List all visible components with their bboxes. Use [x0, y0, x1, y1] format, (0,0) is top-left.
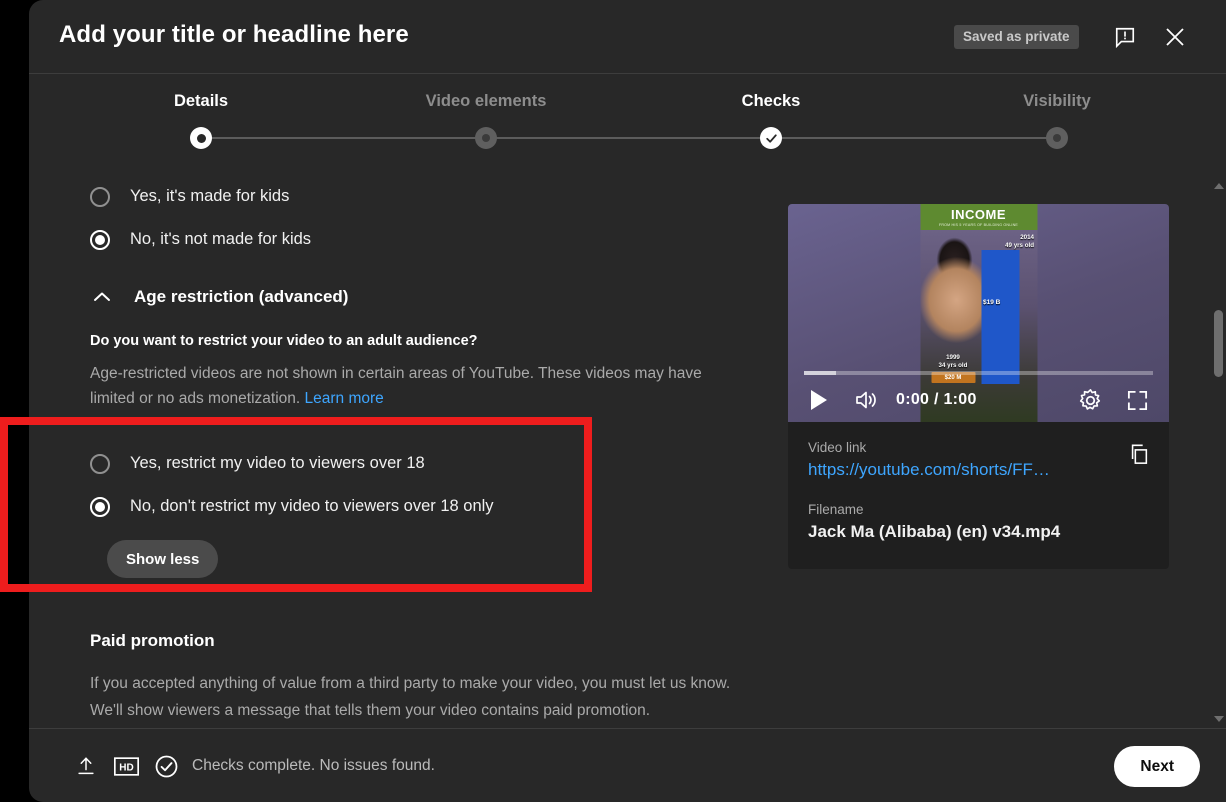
backdrop-left-top: [0, 0, 29, 185]
footer-status-text: Checks complete. No issues found.: [192, 757, 435, 774]
age-restriction-description: Age-restricted videos are not shown in c…: [90, 361, 750, 411]
settings-column: Yes, it's made for kids No, it's not mad…: [90, 175, 790, 411]
video-preview-card: INCOME FROM HIS 5 YEARS OF BUILDING ONLI…: [788, 204, 1169, 569]
progress-buffered: [804, 371, 836, 375]
video-player[interactable]: INCOME FROM HIS 5 YEARS OF BUILDING ONLI…: [788, 204, 1169, 422]
gear-icon[interactable]: [1077, 387, 1103, 413]
video-link-label: Video link: [808, 440, 867, 455]
radio-label: No, it's not made for kids: [130, 230, 312, 248]
radio-made-for-kids-no[interactable]: No, it's not made for kids: [90, 218, 790, 261]
age-restriction-options: Yes, restrict my video to viewers over 1…: [90, 442, 610, 578]
filename-block: Filename Jack Ma (Alibaba) (en) v34.mp4: [808, 502, 1149, 542]
video-progress-bar[interactable]: [804, 371, 1153, 375]
svg-text:HD: HD: [119, 762, 133, 773]
close-icon[interactable]: [1160, 22, 1190, 52]
check-circle-icon: [153, 753, 179, 779]
thumbnail-low-age: 34 yrs old: [938, 362, 968, 369]
step-label-checks[interactable]: Checks: [742, 92, 801, 111]
radio-label: No, don't restrict my video to viewers o…: [130, 497, 494, 515]
radio-icon-unselected: [90, 453, 110, 474]
page-title: Add your title or headline here: [59, 21, 409, 48]
status-badge: Saved as private: [954, 25, 1079, 49]
radio-age-restrict-yes[interactable]: Yes, restrict my video to viewers over 1…: [90, 442, 610, 485]
video-controls: 0:00 / 1:00: [788, 378, 1169, 422]
backdrop-left-strip: [0, 374, 29, 388]
thumbnail-header: INCOME FROM HIS 5 YEARS OF BUILDING ONLI…: [920, 204, 1037, 230]
volume-icon[interactable]: [854, 387, 880, 413]
paid-promotion-line-1: If you accepted anything of value from a…: [90, 675, 731, 692]
feedback-icon[interactable]: [1110, 22, 1140, 52]
backdrop-left-mid: [0, 440, 29, 600]
stepper-track: [201, 137, 1057, 139]
age-restriction-question: Do you want to restrict your video to an…: [90, 333, 478, 349]
hd-badge-icon: HD: [113, 753, 139, 779]
video-link[interactable]: https://youtube.com/shorts/FF…: [808, 460, 1093, 480]
body-scrollbar[interactable]: [1211, 175, 1226, 728]
thumbnail-age: 49 yrs old: [1005, 242, 1034, 249]
thumbnail-year: 2014: [1020, 234, 1034, 241]
thumbnail-bar-2014: [981, 250, 1019, 384]
filename-value: Jack Ma (Alibaba) (en) v34.mp4: [808, 522, 1061, 541]
thumbnail-low-label: 1999 34 yrs old: [928, 354, 978, 370]
radio-made-for-kids-yes[interactable]: Yes, it's made for kids: [90, 175, 790, 218]
video-metadata: Video link https://youtube.com/shorts/FF…: [788, 422, 1169, 542]
radio-age-restrict-no[interactable]: No, don't restrict my video to viewers o…: [90, 485, 610, 528]
step-dot-checks[interactable]: [760, 127, 782, 149]
scroll-down-arrow-icon[interactable]: [1211, 711, 1226, 726]
show-less-button[interactable]: Show less: [107, 540, 219, 578]
step-label-video-elements[interactable]: Video elements: [426, 92, 547, 111]
paid-promotion-description: If you accepted anything of value from a…: [90, 670, 730, 724]
thumbnail-header-title: INCOME: [951, 206, 1006, 222]
radio-icon-selected: [90, 496, 110, 517]
age-restriction-description-text: Age-restricted videos are not shown in c…: [90, 365, 702, 407]
paid-promotion-line-2: We'll show viewers a message that tells …: [90, 702, 651, 719]
play-icon[interactable]: [806, 387, 832, 413]
step-label-visibility[interactable]: Visibility: [1023, 92, 1091, 111]
step-dot-details[interactable]: [190, 127, 212, 149]
thumbnail-year-label: 2014 49 yrs old: [980, 234, 1034, 250]
chevron-up-icon: [94, 292, 110, 301]
filename-label: Filename: [808, 502, 864, 517]
thumbnail-money-label: $19 B: [983, 299, 1001, 306]
radio-icon-selected: [90, 229, 110, 250]
step-label-details[interactable]: Details: [174, 92, 228, 111]
radio-label: Yes, restrict my video to viewers over 1…: [130, 454, 425, 472]
thumbnail-low-year: 1999: [946, 354, 960, 361]
learn-more-link[interactable]: Learn more: [305, 390, 384, 407]
step-dot-visibility[interactable]: [1046, 127, 1068, 149]
scrollbar-thumb[interactable]: [1214, 310, 1223, 377]
upload-dialog: Add your title or headline here Saved as…: [29, 0, 1226, 802]
upload-icon: [73, 753, 99, 779]
dialog-footer: HD Checks complete. No issues found. Nex…: [29, 728, 1226, 802]
screen-root: Add your title or headline here Saved as…: [0, 0, 1226, 802]
thumbnail-header-subtitle: FROM HIS 5 YEARS OF BUILDING ONLINE: [938, 222, 1019, 227]
fullscreen-icon[interactable]: [1125, 388, 1149, 412]
backdrop-left-bottom: [0, 600, 29, 802]
next-button[interactable]: Next: [1114, 746, 1200, 787]
check-icon: [765, 133, 777, 143]
dialog-header: Add your title or headline here Saved as…: [29, 0, 1226, 74]
paid-promotion-title: Paid promotion: [90, 631, 215, 650]
scroll-up-arrow-icon[interactable]: [1211, 178, 1226, 193]
radio-icon-unselected: [90, 186, 110, 207]
video-time-display: 0:00 / 1:00: [896, 391, 977, 408]
copy-icon[interactable]: [1123, 438, 1155, 470]
radio-label: Yes, it's made for kids: [130, 187, 290, 205]
age-restriction-section-header[interactable]: Age restriction (advanced): [90, 282, 790, 312]
age-restriction-title: Age restriction (advanced): [134, 287, 349, 306]
step-dot-video-elements[interactable]: [475, 127, 497, 149]
upload-stepper: Details Video elements Checks Visibility: [29, 74, 1226, 174]
dialog-body: Yes, it's made for kids No, it's not mad…: [29, 175, 1226, 728]
